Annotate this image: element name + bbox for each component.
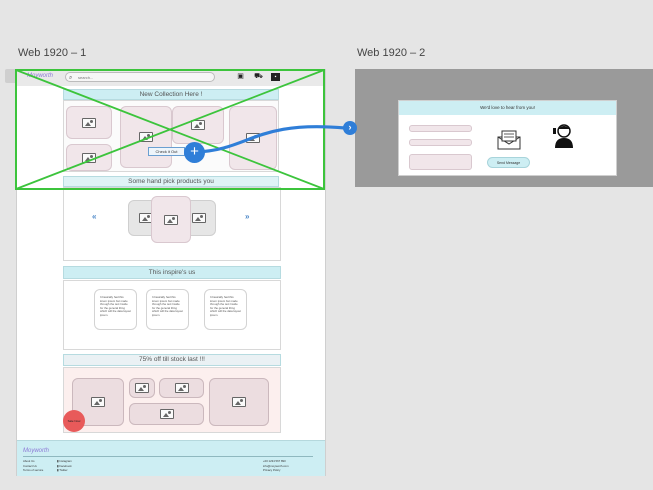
search-placeholder: search... <box>78 75 94 80</box>
image-icon <box>192 213 206 223</box>
sale-image-3[interactable] <box>159 378 204 398</box>
artboard-title-1[interactable]: Web 1920 – 1 <box>18 47 86 59</box>
footer-contact-line: +00 1234 567 890 <box>263 459 286 463</box>
footer-brand[interactable]: Moyworth <box>23 448 49 454</box>
footer-link[interactable]: Terms of service <box>23 468 43 473</box>
contact-card: We'd love to hear from you! Send Message <box>398 100 617 176</box>
footer-contact-line[interactable]: Privacy Policy <box>263 468 289 473</box>
hero-image-2[interactable] <box>66 144 112 171</box>
footer-contact: +00 1234 567 890 info@moyworth.com Priva… <box>263 459 289 473</box>
sale-section <box>63 367 281 433</box>
search-input[interactable]: ⌕ search... <box>65 72 215 82</box>
carousel-next-icon[interactable]: » <box>245 212 249 221</box>
hero-banner: New Collection Here ! <box>63 89 279 100</box>
email-field[interactable] <box>409 139 472 146</box>
image-icon <box>246 133 260 143</box>
footer-divider <box>23 456 313 457</box>
support-person-icon <box>553 124 573 148</box>
sale-now-badge[interactable]: Sale Now <box>63 410 85 432</box>
image-icon <box>232 397 246 407</box>
image-icon <box>159 409 174 419</box>
contact-header: We'd love to hear from you! <box>399 101 616 115</box>
add-interaction-icon[interactable]: + <box>184 142 205 163</box>
sale-image-4[interactable] <box>129 403 204 425</box>
artboard-web-1920-2[interactable]: We'd love to hear from you! Send Message <box>355 69 653 187</box>
image-icon <box>191 120 205 130</box>
image-icon <box>139 132 153 142</box>
picks-banner: Some hand pick products you <box>63 176 279 187</box>
sale-banner: 75% off till stock last !!! <box>63 354 281 366</box>
cart-icon[interactable]: ⛟ <box>254 73 263 81</box>
send-message-button[interactable]: Send Message <box>487 157 530 168</box>
nav-bar: Moyworth ⌕ search... ▣ ⛟ ▪ <box>17 70 325 86</box>
name-field[interactable] <box>409 125 472 132</box>
image-icon <box>135 383 149 393</box>
footer: Moyworth About Us Contact Us Terms of se… <box>17 440 325 476</box>
sale-image-2[interactable] <box>129 378 155 398</box>
hero-image-4[interactable] <box>172 106 224 144</box>
inspire-card-2[interactable]: It basically had this lorem ipsum but ma… <box>146 289 189 330</box>
inspire-card-3[interactable]: It basically had this lorem ipsum but ma… <box>204 289 247 330</box>
carousel-prev-icon[interactable]: « <box>92 212 96 221</box>
inspire-banner: This inspire's us <box>63 266 281 279</box>
picks-carousel: « » <box>63 187 281 261</box>
flow-target-icon[interactable]: › <box>343 121 357 135</box>
account-icon[interactable]: ▪ <box>271 73 280 81</box>
message-field[interactable] <box>409 154 472 170</box>
hero-section <box>63 100 279 172</box>
artboard-title-2[interactable]: Web 1920 – 2 <box>357 47 425 59</box>
sale-image-5[interactable] <box>209 378 269 426</box>
image-icon <box>164 214 178 225</box>
check-it-out-button[interactable]: Check it Out <box>148 147 185 156</box>
image-icon <box>82 117 96 128</box>
inspire-card-1[interactable]: It basically had this lorem ipsum but ma… <box>94 289 137 330</box>
nav-logo[interactable]: Moyworth <box>27 73 53 79</box>
inspire-section: It basically had this lorem ipsum but ma… <box>63 280 281 350</box>
footer-social: ▮ Instagram ▮ Facebook ▮ Twitter <box>57 459 72 473</box>
gallery-icon[interactable]: ▣ <box>236 73 245 81</box>
footer-links: About Us Contact Us Terms of service <box>23 459 43 473</box>
hero-image-3[interactable] <box>120 106 172 168</box>
image-icon <box>91 397 105 407</box>
footer-social-link[interactable]: ▮ Twitter <box>57 468 72 473</box>
image-icon <box>82 152 96 163</box>
envelope-icon <box>497 130 521 150</box>
hero-image-5[interactable] <box>229 106 277 170</box>
search-icon: ⌕ <box>69 75 73 81</box>
hero-image-1[interactable] <box>66 106 112 139</box>
carousel-item-2[interactable] <box>151 196 191 243</box>
image-icon <box>174 383 189 393</box>
artboard-web-1920-1[interactable]: Moyworth ⌕ search... ▣ ⛟ ▪ New Collectio… <box>16 69 326 476</box>
